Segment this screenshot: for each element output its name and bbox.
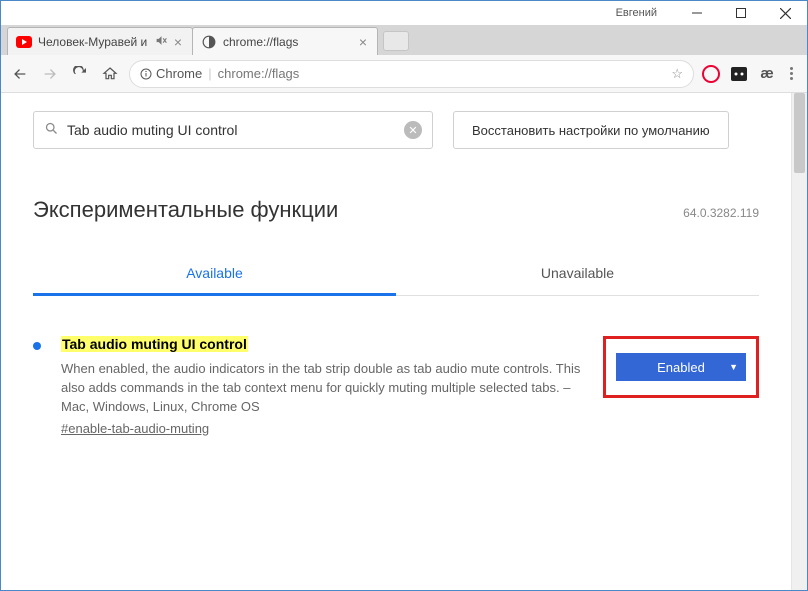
tab-unavailable[interactable]: Unavailable	[396, 251, 759, 295]
browser-tab[interactable]: Человек-Муравей и ×	[7, 27, 193, 55]
tab-available[interactable]: Available	[33, 251, 396, 295]
site-info-button[interactable]: Chrome	[140, 66, 202, 81]
browser-toolbar: Chrome | chrome://flags ☆ æ	[1, 55, 807, 93]
youtube-icon	[16, 34, 32, 50]
tab-title: chrome://flags	[223, 35, 357, 49]
tab-strip: Человек-Муравей и × chrome://flags ×	[1, 25, 807, 55]
browser-window: Евгений Человек-Муравей и × chrome://	[0, 0, 808, 591]
flags-page-content: Tab audio muting UI control ✕ Восстанови…	[1, 93, 791, 590]
bookmark-star-icon[interactable]: ☆	[671, 66, 683, 82]
tab-mute-icon[interactable]	[155, 34, 168, 50]
page-title: Экспериментальные функции	[33, 197, 338, 223]
flag-row: Tab audio muting UI control When enabled…	[1, 296, 791, 456]
flag-bullet-icon	[33, 342, 41, 350]
flags-tabs: Available Unavailable	[33, 251, 759, 296]
reset-all-button[interactable]: Восстановить настройки по умолчанию	[453, 111, 729, 149]
extension-icon[interactable]: æ	[758, 65, 776, 83]
extension-icons: æ	[702, 65, 776, 83]
forward-button[interactable]	[39, 63, 61, 85]
flags-icon	[201, 34, 217, 50]
secure-label: Chrome	[156, 66, 202, 81]
back-button[interactable]	[9, 63, 31, 85]
flag-description: When enabled, the audio indicators in th…	[61, 360, 583, 417]
flag-permalink[interactable]: #enable-tab-audio-muting	[61, 421, 209, 436]
tab-close-icon[interactable]: ×	[172, 34, 184, 50]
maximize-button[interactable]	[719, 1, 763, 25]
scroll-thumb[interactable]	[794, 93, 805, 173]
flag-state-label: Enabled	[657, 360, 705, 375]
window-titlebar: Евгений	[1, 1, 807, 25]
extension-icon[interactable]	[730, 65, 748, 83]
search-query: Tab audio muting UI control	[67, 122, 396, 138]
omnibox-separator: |	[208, 66, 211, 81]
browser-menu-button[interactable]	[784, 67, 799, 80]
address-bar[interactable]: Chrome | chrome://flags ☆	[129, 60, 694, 88]
flag-action-highlight: Enabled ▼	[603, 336, 759, 398]
clear-search-icon[interactable]: ✕	[404, 121, 422, 139]
home-button[interactable]	[99, 63, 121, 85]
close-window-button[interactable]	[763, 1, 807, 25]
reload-button[interactable]	[69, 63, 91, 85]
vertical-scrollbar[interactable]	[791, 93, 807, 590]
flags-search-box[interactable]: Tab audio muting UI control ✕	[33, 111, 433, 149]
minimize-button[interactable]	[675, 1, 719, 25]
chevron-down-icon: ▼	[729, 362, 738, 372]
flag-title: Tab audio muting UI control	[61, 336, 248, 352]
new-tab-button[interactable]	[383, 31, 409, 51]
browser-tab[interactable]: chrome://flags ×	[192, 27, 378, 55]
url-text: chrome://flags	[218, 66, 300, 81]
tab-title: Человек-Муравей и	[38, 35, 151, 49]
opera-extension-icon[interactable]	[702, 65, 720, 83]
profile-name[interactable]: Евгений	[616, 7, 657, 19]
chrome-version: 64.0.3282.119	[683, 206, 759, 220]
search-icon	[44, 121, 59, 139]
tab-close-icon[interactable]: ×	[357, 34, 369, 50]
flag-state-select[interactable]: Enabled ▼	[616, 353, 746, 381]
